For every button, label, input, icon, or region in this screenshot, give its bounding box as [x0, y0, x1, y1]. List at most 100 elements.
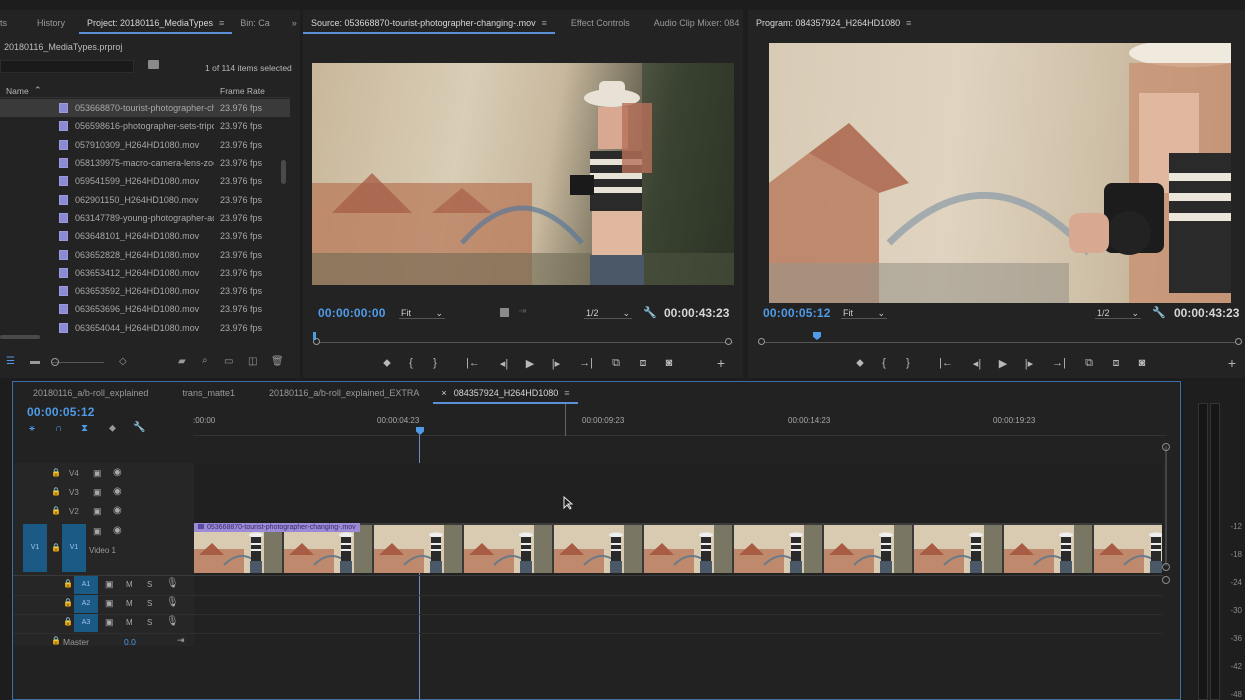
go-to-end-icon[interactable]: ⇥: [177, 635, 185, 646]
zoom-slider[interactable]: [52, 362, 104, 363]
lock-icon[interactable]: 🔒: [63, 598, 73, 607]
column-header-name[interactable]: Name: [6, 86, 29, 96]
add-marker-icon[interactable]: ⬥: [848, 357, 872, 370]
panel-menu-icon[interactable]: ≡: [564, 382, 569, 404]
list-view-icon[interactable]: ☰: [6, 356, 15, 367]
source-zoom-select[interactable]: Fit ⌄: [399, 308, 445, 319]
step-back-icon[interactable]: ◂|: [964, 357, 990, 370]
go-to-in-icon[interactable]: |←: [928, 357, 964, 369]
lock-icon[interactable]: 🔒: [51, 506, 61, 515]
lock-icon[interactable]: 🔒: [51, 543, 61, 552]
program-scrubber[interactable]: [758, 332, 1242, 346]
sync-lock-icon[interactable]: ▣: [105, 598, 114, 609]
track-target-a1[interactable]: A1: [74, 576, 98, 594]
file-list-item[interactable]: 063653592_H264HD1080.mov 23.976 fps: [0, 282, 290, 300]
source-timecode[interactable]: 00:00:00:00: [318, 306, 386, 320]
mute-button[interactable]: M: [126, 618, 133, 627]
mark-in-icon[interactable]: {: [399, 357, 423, 369]
sync-lock-icon[interactable]: ▣: [105, 617, 114, 628]
file-list-item[interactable]: 059541599_H264HD1080.mov 23.976 fps: [0, 172, 290, 190]
eye-icon[interactable]: ◉: [113, 525, 122, 536]
lift-icon[interactable]: ⧉: [1076, 357, 1102, 370]
microphone-icon[interactable]: 🎙: [166, 578, 179, 589]
panel-menu-icon[interactable]: ≡: [219, 12, 224, 34]
file-list-item[interactable]: 063147789-young-photographer-adj 23.976 f…: [0, 209, 290, 227]
linked-selection-icon[interactable]: ⧗: [81, 423, 88, 434]
panel-menu-icon[interactable]: ≡: [906, 12, 911, 34]
mark-out-icon[interactable]: }: [423, 357, 447, 369]
export-frame-icon[interactable]: [500, 308, 509, 317]
video-clip[interactable]: 053668870-tourist-photographer-changing-…: [194, 523, 1162, 573]
sync-lock-icon[interactable]: ▣: [93, 506, 102, 517]
program-playhead[interactable]: [813, 332, 821, 340]
play-icon[interactable]: ▶: [990, 357, 1016, 370]
column-header-frame-rate[interactable]: Frame Rate: [220, 86, 265, 96]
program-zoom-select[interactable]: Fit ⌄: [841, 308, 887, 319]
extract-icon[interactable]: ⧈: [1102, 357, 1130, 370]
scroll-handle-top[interactable]: [1162, 443, 1170, 451]
file-list-item[interactable]: 063648101_H264HD1080.mov 23.976 fps: [0, 227, 290, 245]
eye-icon[interactable]: ◉: [113, 505, 122, 516]
lock-icon[interactable]: 🔒: [51, 468, 61, 477]
nest-icon[interactable]: ⚹: [29, 423, 35, 434]
add-marker-icon[interactable]: ⬥: [109, 423, 116, 434]
tab-effect-controls[interactable]: Effect Controls: [563, 12, 638, 34]
step-forward-icon[interactable]: |▸: [1016, 357, 1042, 370]
find-icon[interactable]: ⌕: [202, 355, 208, 366]
scrubber-end-handle[interactable]: [725, 338, 732, 345]
scroll-handle-bottom[interactable]: [1162, 563, 1170, 571]
sort-icon[interactable]: ◇: [119, 356, 127, 367]
solo-button[interactable]: S: [147, 580, 152, 589]
add-button-icon[interactable]: +: [1220, 355, 1244, 371]
list-scrollbar[interactable]: [281, 160, 286, 184]
scrubber-end-handle[interactable]: [1235, 338, 1242, 345]
step-back-icon[interactable]: ◂|: [491, 357, 517, 370]
lock-icon[interactable]: 🔒: [51, 636, 61, 645]
track-target-a3[interactable]: A3: [74, 614, 98, 632]
sync-lock-icon[interactable]: ▣: [93, 526, 102, 537]
file-list-item[interactable]: 058139975-macro-camera-lens-zoon 23.976 f…: [0, 154, 290, 172]
tab-audio-clip-mixer[interactable]: Audio Clip Mixer: 084: [646, 12, 748, 34]
panel-menu-icon[interactable]: ≡: [542, 12, 547, 34]
overwrite-icon[interactable]: ⧈: [629, 357, 657, 370]
sync-lock-icon[interactable]: ▣: [93, 487, 102, 498]
insert-icon[interactable]: ⧉: [603, 357, 629, 370]
scroll-handle-audio[interactable]: [1162, 576, 1170, 584]
tab-sequence-broll[interactable]: 20180116_a/b-roll_explained: [25, 382, 156, 404]
new-bin-icon[interactable]: ▭: [224, 356, 233, 367]
tab-program[interactable]: Program: 084357924_H264HD1080 ≡: [748, 12, 919, 34]
solo-button[interactable]: S: [147, 618, 152, 627]
tab-bin[interactable]: Bin: Ca: [232, 12, 278, 34]
master-volume-value[interactable]: 0.0: [124, 637, 136, 647]
eye-icon[interactable]: ◉: [113, 467, 122, 478]
timeline-timecode[interactable]: 00:00:05:12: [27, 405, 95, 419]
sync-lock-icon[interactable]: ▣: [93, 468, 102, 479]
mute-button[interactable]: M: [126, 580, 133, 589]
overflow-chevron-icon[interactable]: »: [284, 12, 305, 34]
mute-button[interactable]: M: [126, 599, 133, 608]
lock-icon[interactable]: 🔒: [51, 487, 61, 496]
tab-sequence-active[interactable]: × 084357924_H264HD1080 ≡: [433, 382, 578, 404]
mark-out-icon[interactable]: }: [896, 357, 920, 369]
solo-button[interactable]: S: [147, 599, 152, 608]
tab-project[interactable]: Project: 20180116_MediaTypes ≡: [79, 12, 233, 34]
source-patch-v1[interactable]: V1: [23, 524, 47, 572]
file-list-item[interactable]: 056598616-photographer-sets-tripod 23.976…: [0, 117, 290, 135]
zoom-slider-handle[interactable]: [51, 358, 59, 366]
file-list-item[interactable]: 063653696_H264HD1080.mov 23.976 fps: [0, 300, 290, 318]
go-to-out-icon[interactable]: →|: [569, 357, 603, 369]
microphone-icon[interactable]: 🎙: [166, 616, 179, 627]
source-playhead[interactable]: [313, 332, 316, 340]
lock-icon[interactable]: 🔒: [63, 617, 73, 626]
source-resolution-select[interactable]: 1/2 ⌄: [584, 308, 632, 319]
new-item-icon[interactable]: ◫: [248, 356, 257, 367]
file-list-item[interactable]: 057910309_H264HD1080.mov 23.976 fps: [0, 136, 290, 154]
tab-source[interactable]: Source: 053668870-tourist-photographer-c…: [303, 12, 555, 34]
time-ruler[interactable]: :00:00 00:00:04:23 00:00:09:23 00:00:14:…: [193, 404, 1167, 436]
camera-icon[interactable]: ◙: [1130, 357, 1154, 369]
sort-ascending-icon[interactable]: ⌃: [34, 85, 42, 96]
tab-history[interactable]: History: [29, 12, 73, 34]
tab-sequence-broll-extra[interactable]: 20180116_a/b-roll_explained_EXTRA: [261, 382, 427, 404]
add-marker-icon[interactable]: ⬥: [375, 357, 399, 370]
file-list-item[interactable]: 063654044_H264HD1080.mov 23.976 fps: [0, 319, 290, 337]
